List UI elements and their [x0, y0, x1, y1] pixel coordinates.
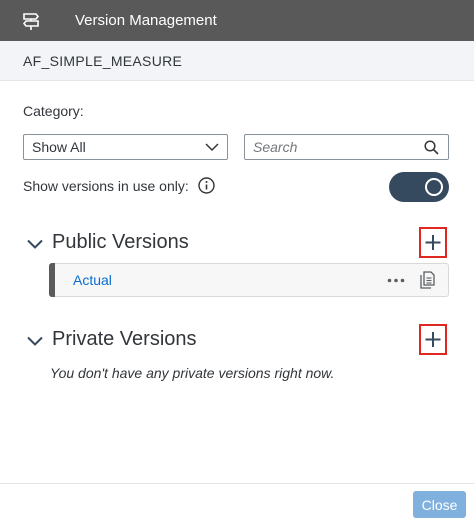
- category-label: Category:: [23, 103, 84, 119]
- info-icon[interactable]: [198, 177, 215, 194]
- search-field[interactable]: [244, 134, 449, 160]
- add-icon: [425, 332, 441, 347]
- chevron-down-icon[interactable]: [27, 336, 43, 346]
- model-name: AF_SIMPLE_MEASURE: [23, 53, 183, 69]
- dialog-titlebar: Version Management: [0, 0, 474, 41]
- version-row-actual[interactable]: Actual: [49, 263, 449, 297]
- copy-icon[interactable]: [420, 271, 435, 289]
- private-versions-header: Private Versions: [23, 324, 449, 357]
- chevron-down-icon: [205, 143, 219, 152]
- dialog-title: Version Management: [75, 12, 217, 29]
- public-versions-header: Public Versions: [23, 227, 449, 260]
- add-icon: [425, 235, 441, 250]
- private-versions-title: Private Versions: [52, 328, 197, 350]
- add-private-version-button[interactable]: [419, 324, 447, 355]
- private-versions-empty-message: You don't have any private versions righ…: [50, 365, 335, 381]
- row-indicator: [49, 263, 55, 297]
- model-header: AF_SIMPLE_MEASURE: [0, 41, 474, 81]
- category-select[interactable]: Show All: [23, 134, 228, 160]
- dialog-footer: Close: [0, 483, 474, 521]
- in-use-toggle-label: Show versions in use only:: [23, 178, 189, 194]
- versions-icon: [22, 13, 40, 30]
- category-select-value: Show All: [32, 139, 86, 155]
- version-name[interactable]: Actual: [73, 272, 112, 288]
- in-use-toggle[interactable]: [389, 172, 449, 202]
- close-button[interactable]: Close: [413, 491, 466, 518]
- more-icon[interactable]: [387, 278, 405, 283]
- chevron-down-icon[interactable]: [27, 239, 43, 249]
- public-versions-title: Public Versions: [52, 231, 189, 253]
- search-icon[interactable]: [424, 140, 439, 155]
- toggle-knob: [425, 178, 443, 196]
- search-input[interactable]: [245, 135, 420, 159]
- add-public-version-button[interactable]: [419, 227, 447, 258]
